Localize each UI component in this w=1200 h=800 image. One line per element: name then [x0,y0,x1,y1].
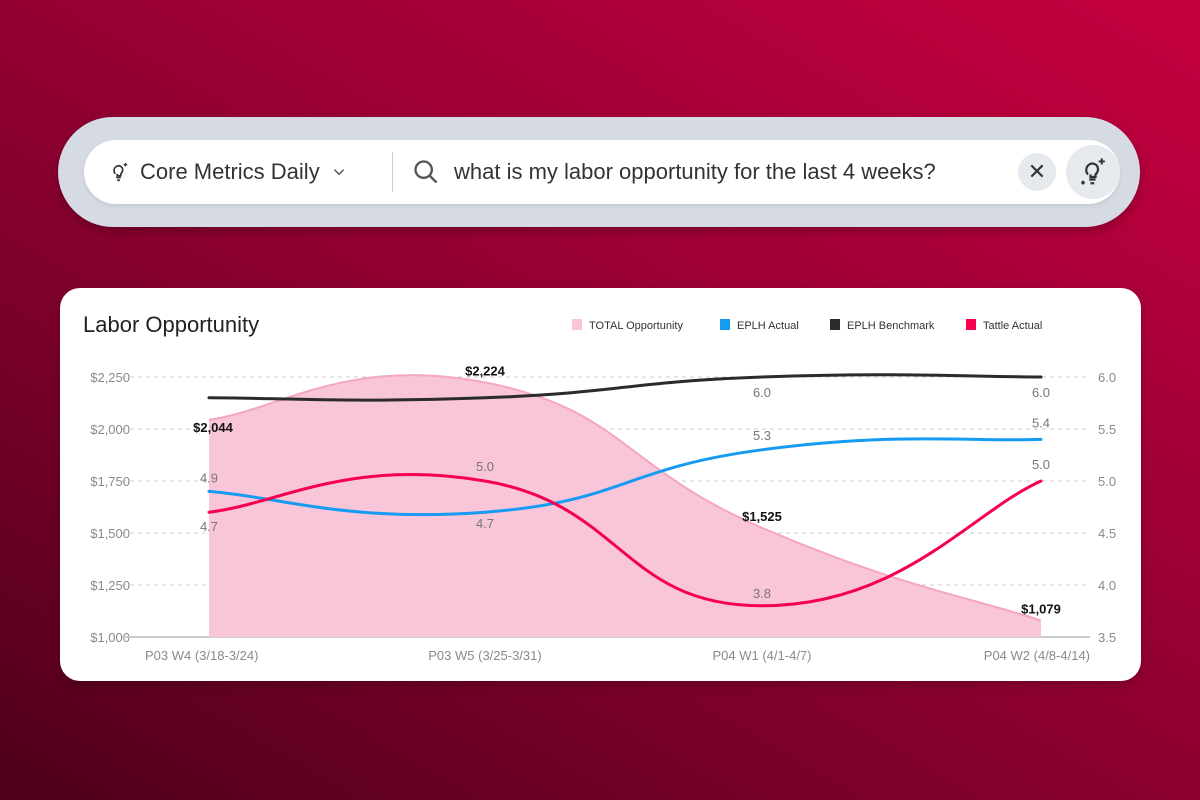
left-axis-tick: $2,000 [90,422,130,437]
search-icon [414,160,438,184]
source-label: Core Metrics Daily [140,159,320,184]
divider [392,152,393,192]
data-label: 4.9 [200,470,218,485]
legend-label: EPLH Benchmark [847,320,935,332]
total-opportunity-area [209,375,1041,637]
left-axis-tick: $1,750 [90,474,130,489]
labor-opportunity-chart: Labor Opportunity TOTAL Opportunity EPLH … [83,312,1116,663]
legend-swatch [720,319,730,330]
right-axis-tick: 3.5 [1098,630,1116,645]
data-label: 5.4 [1032,415,1050,430]
data-label: 5.0 [476,459,494,474]
data-label: 4.7 [476,516,494,531]
data-label: $1,079 [1021,602,1061,617]
close-icon: ✕ [1027,159,1047,184]
chart-card: Labor Opportunity TOTAL Opportunity EPLH … [60,288,1141,681]
legend-label: TOTAL Opportunity [589,320,683,332]
data-label: 3.8 [753,586,771,601]
right-axis-tick: 6.0 [1098,370,1116,385]
x-axis-tick: P04 W1 (4/1-4/7) [713,648,812,663]
chart-title: Labor Opportunity [83,312,259,337]
x-axis-tick: P04 W2 (4/8-4/14) [984,648,1090,663]
legend-swatch [830,319,840,330]
legend-swatch [966,319,976,330]
plot-area: $2,044 $2,224 $1,525 $1,079 4.9 4.7 5.3 5.4 6.0 6… [193,363,1061,637]
left-axis-tick: $1,500 [90,526,130,541]
legend: TOTAL Opportunity EPLH Actual EPLH Benchma… [572,319,1042,332]
data-label: $2,044 [193,420,234,435]
search-input[interactable]: what is my labor opportunity for the las… [454,159,936,185]
data-label: $2,224 [465,363,506,378]
left-axis-tick: $1,250 [90,578,130,593]
search-bar-container: Core Metrics Daily what is my labor oppo… [58,117,1140,227]
chevron-down-icon[interactable] [330,163,348,181]
right-axis-tick: 4.0 [1098,578,1116,593]
x-axis-tick: P03 W4 (3/18-3/24) [145,648,258,663]
lightbulb-sparkle-icon [1081,158,1105,185]
left-axis-tick: $2,250 [90,370,130,385]
data-label: 5.0 [1032,457,1050,472]
assistant-button[interactable] [1066,145,1120,199]
search-field[interactable]: what is my labor opportunity for the las… [412,140,936,204]
right-axis-tick: 5.5 [1098,422,1116,437]
legend-label: Tattle Actual [983,320,1042,332]
legend-label: EPLH Actual [737,320,799,332]
clear-button[interactable]: ✕ [1018,153,1056,191]
data-label: 5.3 [753,428,771,443]
data-label: $1,525 [742,509,782,524]
x-axis-tick: P03 W5 (3/25-3/31) [428,648,541,663]
right-axis-tick: 4.5 [1098,526,1116,541]
data-label: 6.0 [753,385,771,400]
search-bar: Core Metrics Daily what is my labor oppo… [84,140,1120,204]
lightbulb-sparkle-icon [113,162,128,182]
data-label: 6.0 [1032,385,1050,400]
right-axis-tick: 5.0 [1098,474,1116,489]
legend-swatch [572,319,582,330]
data-label: 4.7 [200,519,218,534]
source-selector[interactable]: Core Metrics Daily [108,140,348,204]
